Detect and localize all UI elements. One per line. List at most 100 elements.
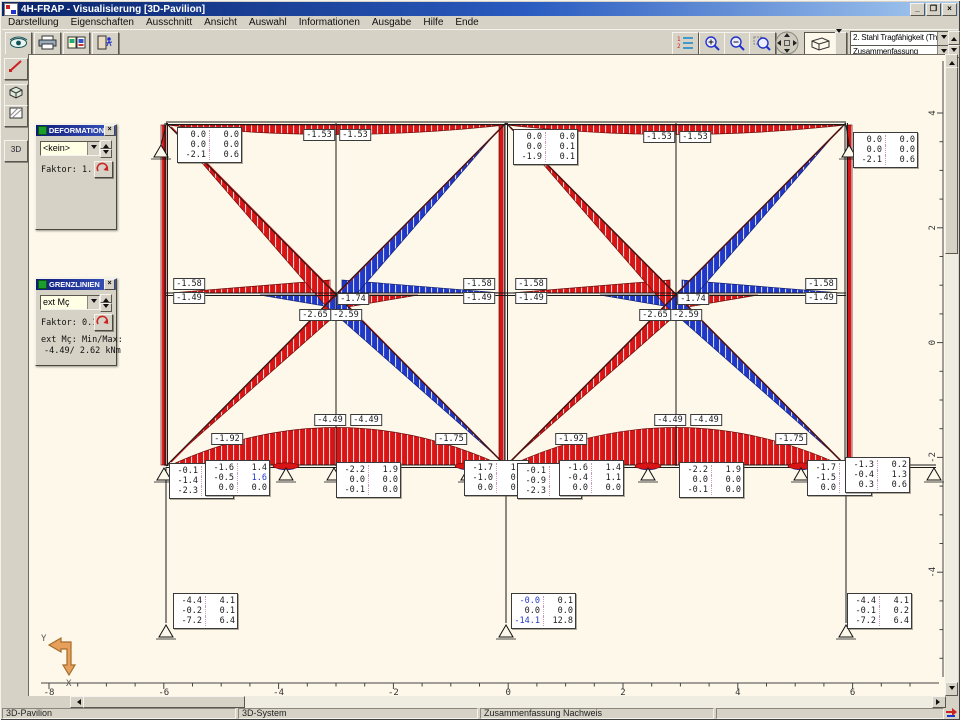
moment-value-label: -2.59 — [330, 309, 362, 321]
scroll-up-button[interactable] — [945, 54, 958, 68]
moment-value-label: -2.65 — [639, 309, 671, 321]
moment-value-label: -4.49 — [654, 414, 686, 426]
moment-value-label: -4.49 — [314, 414, 346, 426]
refresh-icon — [95, 162, 110, 175]
svg-text:-2: -2 — [928, 452, 938, 463]
moment-value-label: -1.75 — [435, 433, 467, 445]
moment-value-label: -1.75 — [775, 433, 807, 445]
cube-icon — [808, 35, 832, 52]
minimize-button[interactable]: _ — [910, 3, 925, 16]
redraw-button[interactable] — [4, 58, 28, 80]
svg-text:1: 1 — [677, 36, 681, 43]
scroll-left-button[interactable] — [70, 696, 84, 708]
app-window: 4H-FRAP - Visualisierung [3D-Pavilion] _… — [0, 0, 960, 720]
grenzlinien-dropdown[interactable]: ext Mç — [40, 295, 100, 310]
deformation-panel-titlebar[interactable]: DEFORMATION × — [36, 125, 116, 136]
solid-view-button[interactable] — [4, 84, 28, 106]
result-value-box: -2.21.90.00.0-0.10.0 — [336, 462, 401, 498]
analysis-combo[interactable]: 2. Stahl Tragfähigkeit (Th. 2. O — [850, 31, 951, 46]
menu-hilfe[interactable]: Hilfe — [417, 17, 449, 28]
structure-drawing: -8-6-4-20246420-2-4 YX — [29, 55, 946, 697]
scroll-down-button[interactable] — [945, 682, 958, 696]
menu-informationen[interactable]: Informationen — [293, 17, 366, 28]
pictures-book-icon — [67, 35, 86, 50]
menu-eigenschaften[interactable]: Eigenschaften — [65, 17, 140, 28]
grenzlinien-panel-titlebar[interactable]: GRENZLINIEN × — [36, 279, 116, 290]
drawing-canvas[interactable]: -8-6-4-20246420-2-4 YX -1.53-1.53-1.53-1… — [28, 54, 947, 698]
list-123-icon: 12 — [676, 35, 695, 50]
moment-value-label: -1.49 — [515, 292, 547, 304]
result-value-box: -2.21.90.00.0-0.10.0 — [679, 462, 744, 498]
moment-value-label: -2.65 — [299, 309, 331, 321]
grenzlinien-panel-close-icon[interactable]: × — [104, 279, 115, 290]
moment-value-label: -2.59 — [670, 309, 702, 321]
hscroll-thumb[interactable] — [83, 696, 245, 708]
hatch-view-button[interactable] — [4, 105, 28, 127]
moment-value-label: -1.53 — [679, 131, 711, 143]
grenzlinien-minmax-value: -4.49/ 2.62 kNm — [44, 346, 121, 356]
horizontal-scrollbar[interactable] — [70, 696, 946, 708]
status-bar: 3D-Pavilion 3D-System Zusammenfassung Na… — [2, 708, 958, 719]
hscroll-row — [2, 696, 958, 708]
view-eye-button[interactable] — [5, 32, 32, 55]
left-tool-sidebar: 3D — [2, 54, 28, 696]
result-value-box: 0.00.00.00.0-2.10.6 — [853, 132, 918, 168]
panel-icon — [38, 280, 47, 289]
menu-ende[interactable]: Ende — [449, 17, 484, 28]
deformation-dropdown[interactable]: <kein> — [40, 141, 100, 156]
deformation-spinner[interactable] — [100, 140, 112, 156]
status-result-type: Zusammenfassung Nachweis — [480, 708, 714, 719]
status-system: 3D-System — [238, 708, 478, 719]
zoom-out-button[interactable] — [724, 32, 751, 55]
vscroll-thumb[interactable] — [945, 67, 958, 254]
pan-control[interactable] — [774, 31, 800, 55]
menu-ausschnitt[interactable]: Ausschnitt — [140, 17, 198, 28]
deformation-refresh-button[interactable] — [94, 161, 113, 178]
menu-ansicht[interactable]: Ansicht — [198, 17, 243, 28]
numbering-options-button[interactable]: 12 — [672, 32, 699, 55]
grenzlinien-spinner[interactable] — [100, 294, 112, 310]
zoom-in-button[interactable] — [699, 32, 726, 55]
moment-value-label: -1.53 — [339, 129, 371, 141]
app-icon — [4, 3, 18, 16]
axis-orientation-icon: YX — [41, 634, 75, 689]
grenzlinien-panel[interactable]: GRENZLINIEN × ext Mç Faktor: 0.123 ext M… — [35, 278, 117, 366]
menu-darstellung[interactable]: Darstellung — [2, 17, 65, 28]
moment-value-label: -1.49 — [805, 292, 837, 304]
svg-text:-4: -4 — [928, 567, 938, 578]
status-extra — [716, 708, 944, 719]
title-bar[interactable]: 4H-FRAP - Visualisierung [3D-Pavilion] _… — [2, 2, 958, 16]
exit-door-icon — [96, 35, 115, 50]
spin-up[interactable] — [948, 31, 960, 45]
pan-arrows-icon — [774, 31, 800, 55]
zoom-window-button[interactable] — [749, 32, 776, 55]
red-pen-icon — [8, 59, 24, 73]
moment-value-label: -1.49 — [463, 292, 495, 304]
gallery-button[interactable] — [63, 32, 90, 55]
svg-text:2: 2 — [677, 43, 681, 50]
svg-text:Y: Y — [41, 634, 47, 644]
3d-view-dropdown[interactable] — [835, 32, 847, 55]
moment-value-label: -1.53 — [643, 131, 675, 143]
menu-ausgabe[interactable]: Ausgabe — [366, 17, 417, 28]
deformation-panel-close-icon[interactable]: × — [104, 125, 115, 136]
deformation-panel-title: DEFORMATION — [49, 126, 104, 135]
result-value-box: 0.00.00.00.0-2.10.6 — [177, 127, 242, 163]
maximize-button[interactable]: ❐ — [926, 3, 941, 16]
deformation-panel[interactable]: DEFORMATION × <kein> Faktor: 1. — [35, 124, 117, 230]
zoom-window-icon — [753, 35, 772, 51]
3d-view-button[interactable] — [804, 32, 836, 55]
menu-bar: DarstellungEigenschaftenAusschnittAnsich… — [2, 16, 958, 29]
moment-value-label: -1.92 — [211, 433, 243, 445]
moment-value-label: -1.74 — [337, 293, 369, 305]
3d-mode-button[interactable]: 3D — [4, 140, 28, 162]
grenzlinien-refresh-button[interactable] — [94, 314, 113, 331]
menu-auswahl[interactable]: Auswahl — [243, 17, 293, 28]
grenzlinien-minmax-label: ext Mç: Min/Max: — [41, 335, 123, 345]
moment-value-label: -1.58 — [463, 278, 495, 290]
vertical-scrollbar[interactable] — [945, 54, 958, 696]
scroll-right-button[interactable] — [932, 696, 946, 708]
print-button[interactable] — [34, 32, 61, 55]
close-button[interactable]: × — [942, 3, 957, 16]
exit-button[interactable] — [92, 32, 119, 55]
